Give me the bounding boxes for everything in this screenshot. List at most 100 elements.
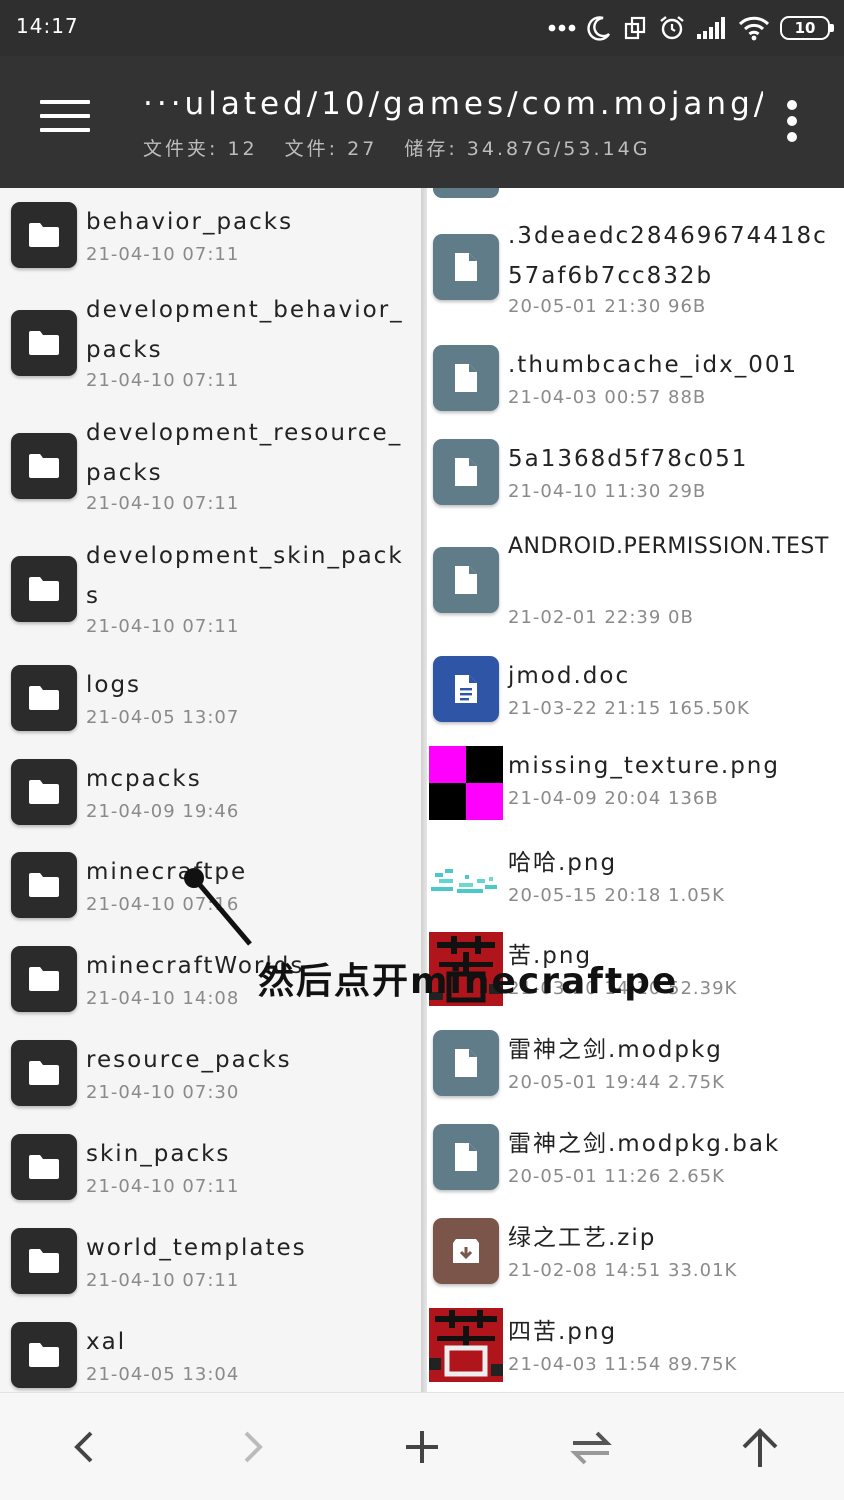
file-name: ANDROID.PERMISSION.TEST bbox=[508, 534, 829, 559]
folder-icon bbox=[11, 1228, 77, 1294]
file-meta: 20-05-01 21:30 96B bbox=[508, 296, 707, 317]
folder-name: logs bbox=[86, 672, 142, 698]
folder-date: 21-04-10 14:08 bbox=[86, 988, 240, 1009]
file-row[interactable]: ANDROID.PERMISSION.TEST 21-02-01 22:39 0… bbox=[427, 527, 844, 639]
file-meta: 21-04-09 20:04 136B bbox=[508, 788, 719, 809]
status-time: 14:17 bbox=[16, 14, 79, 38]
folder-row[interactable]: development_skin_packs 21-04-10 07:11 bbox=[0, 536, 421, 648]
file-name: 雷神之剑.modpkg.bak bbox=[508, 1131, 781, 1157]
add-button[interactable] bbox=[394, 1419, 450, 1475]
screen-rotate-icon bbox=[624, 16, 646, 40]
more-options-icon[interactable] bbox=[786, 100, 798, 142]
file-meta: 21-02-01 22:39 0B bbox=[508, 607, 694, 628]
archive-icon bbox=[433, 1218, 499, 1284]
folder-row[interactable]: mcpacks 21-04-09 19:46 bbox=[0, 759, 421, 839]
folder-date: 21-04-05 13:04 bbox=[86, 1364, 240, 1385]
folder-name: development_behavior_packs bbox=[86, 297, 404, 363]
folder-row[interactable]: resource_packs 21-04-10 07:30 bbox=[0, 1040, 421, 1120]
file-icon bbox=[433, 439, 499, 505]
missing-texture-thumbnail bbox=[429, 746, 503, 820]
file-row[interactable]: 5a1368d5f78c051 21-04-10 11:30 29B bbox=[427, 439, 844, 519]
partial-file-icon bbox=[433, 188, 499, 198]
folder-date: 21-04-10 07:11 bbox=[86, 1270, 240, 1291]
swap-icon bbox=[570, 1431, 612, 1465]
battery-level: 10 bbox=[794, 19, 816, 37]
wifi-icon bbox=[738, 16, 770, 41]
folder-name: development_resource_packs bbox=[86, 420, 403, 486]
folder-date: 21-04-05 13:07 bbox=[86, 707, 240, 728]
battery-icon: 10 bbox=[780, 16, 834, 40]
more-notifications-icon bbox=[548, 24, 576, 32]
file-row[interactable]: 雷神之剑.modpkg 20-05-01 19:44 2.75K bbox=[427, 1030, 844, 1110]
right-file-panel: .3deaedc28469674418c57af6b7cc832b 20-05-… bbox=[427, 188, 844, 1392]
file-count: 文件: 27 bbox=[284, 138, 378, 160]
image-thumbnail bbox=[429, 843, 503, 917]
folder-icon bbox=[11, 946, 77, 1012]
folder-name: skin_packs bbox=[86, 1141, 231, 1167]
moon-icon bbox=[587, 16, 611, 41]
annotation-text: 然后点开minecraftpe bbox=[258, 961, 679, 1002]
file-icon bbox=[433, 234, 499, 300]
folder-name: behavior_packs bbox=[86, 209, 294, 235]
folder-date: 21-04-10 07:11 bbox=[86, 370, 240, 391]
folder-icon bbox=[11, 1134, 77, 1200]
status-bar: 14:17 10 bbox=[0, 0, 844, 56]
folder-name: world_templates bbox=[86, 1235, 307, 1261]
file-name: 雷神之剑.modpkg bbox=[508, 1037, 723, 1063]
doc-icon bbox=[433, 656, 499, 722]
folder-row[interactable]: development_behavior_packs 21-04-10 07:1… bbox=[0, 290, 421, 402]
folder-icon bbox=[11, 202, 77, 268]
file-meta: 20-05-01 19:44 2.75K bbox=[508, 1072, 725, 1093]
file-row[interactable]: 绿之工艺.zip 21-02-08 14:51 33.01K bbox=[427, 1218, 844, 1298]
folder-name: mcpacks bbox=[86, 766, 202, 792]
folder-date: 21-04-10 07:30 bbox=[86, 1082, 240, 1103]
folder-icon bbox=[11, 665, 77, 731]
file-icon bbox=[433, 547, 499, 613]
back-button[interactable] bbox=[56, 1419, 112, 1475]
folder-row[interactable]: xal 21-04-05 13:04 bbox=[0, 1322, 421, 1392]
file-meta: 21-04-03 00:57 88B bbox=[508, 387, 707, 408]
bottom-toolbar bbox=[0, 1392, 844, 1500]
file-meta: 20-05-01 11:26 2.65K bbox=[508, 1166, 725, 1187]
folder-date: 21-04-10 07:11 bbox=[86, 244, 240, 265]
app-bar: ···ulated/10/games/com.mojang/ 文件夹: 12 文… bbox=[0, 56, 844, 188]
folder-icon bbox=[11, 310, 77, 376]
file-row[interactable]: jmod.doc 21-03-22 21:15 165.50K bbox=[427, 656, 844, 736]
file-name: jmod.doc bbox=[508, 663, 631, 689]
file-name: .thumbcache_idx_001 bbox=[508, 352, 799, 378]
folder-row[interactable]: behavior_packs 21-04-10 07:11 bbox=[0, 202, 421, 282]
file-row[interactable]: 四苦.png 21-04-03 11:54 89.75K bbox=[427, 1308, 844, 1392]
file-row[interactable]: missing_texture.png 21-04-09 20:04 136B bbox=[427, 746, 844, 826]
file-meta: 21-04-03 11:54 89.75K bbox=[508, 1354, 738, 1375]
file-row[interactable]: .3deaedc28469674418c57af6b7cc832b 20-05-… bbox=[427, 216, 844, 328]
file-name: 绿之工艺.zip bbox=[508, 1225, 657, 1251]
file-row[interactable]: 雷神之剑.modpkg.bak 20-05-01 11:26 2.65K bbox=[427, 1124, 844, 1204]
folder-row[interactable]: logs 21-04-05 13:07 bbox=[0, 665, 421, 745]
file-meta: 21-04-10 11:30 29B bbox=[508, 481, 707, 502]
status-icons: 10 bbox=[548, 10, 834, 46]
folder-date: 21-04-10 07:11 bbox=[86, 616, 240, 637]
file-name: missing_texture.png bbox=[508, 753, 780, 779]
folder-date: 21-04-09 19:46 bbox=[86, 801, 240, 822]
menu-icon[interactable] bbox=[40, 100, 90, 140]
folder-name: resource_packs bbox=[86, 1047, 292, 1073]
plus-icon bbox=[406, 1431, 438, 1463]
file-meta: 21-03-22 21:15 165.50K bbox=[508, 698, 750, 719]
annotation-pointer bbox=[184, 868, 252, 946]
forward-button[interactable] bbox=[225, 1419, 281, 1475]
file-meta: 21-02-08 14:51 33.01K bbox=[508, 1260, 738, 1281]
file-row[interactable]: .thumbcache_idx_001 21-04-03 00:57 88B bbox=[427, 345, 844, 425]
parent-directory-button[interactable] bbox=[732, 1419, 788, 1475]
file-icon bbox=[433, 1030, 499, 1096]
file-row[interactable]: 哈哈.png 20-05-15 20:18 1.05K bbox=[427, 843, 844, 923]
chevron-left-icon bbox=[74, 1431, 93, 1463]
file-icon bbox=[433, 1124, 499, 1190]
chevron-right-icon bbox=[244, 1431, 263, 1463]
arrow-up-icon bbox=[742, 1428, 778, 1467]
file-meta: 20-05-15 20:18 1.05K bbox=[508, 885, 725, 906]
folder-row[interactable]: world_templates 21-04-10 07:11 bbox=[0, 1228, 421, 1308]
folder-row[interactable]: skin_packs 21-04-10 07:11 bbox=[0, 1134, 421, 1214]
folder-row[interactable]: development_resource_packs 21-04-10 07:1… bbox=[0, 413, 421, 525]
swap-panels-button[interactable] bbox=[563, 1419, 619, 1475]
alarm-icon bbox=[660, 16, 684, 40]
